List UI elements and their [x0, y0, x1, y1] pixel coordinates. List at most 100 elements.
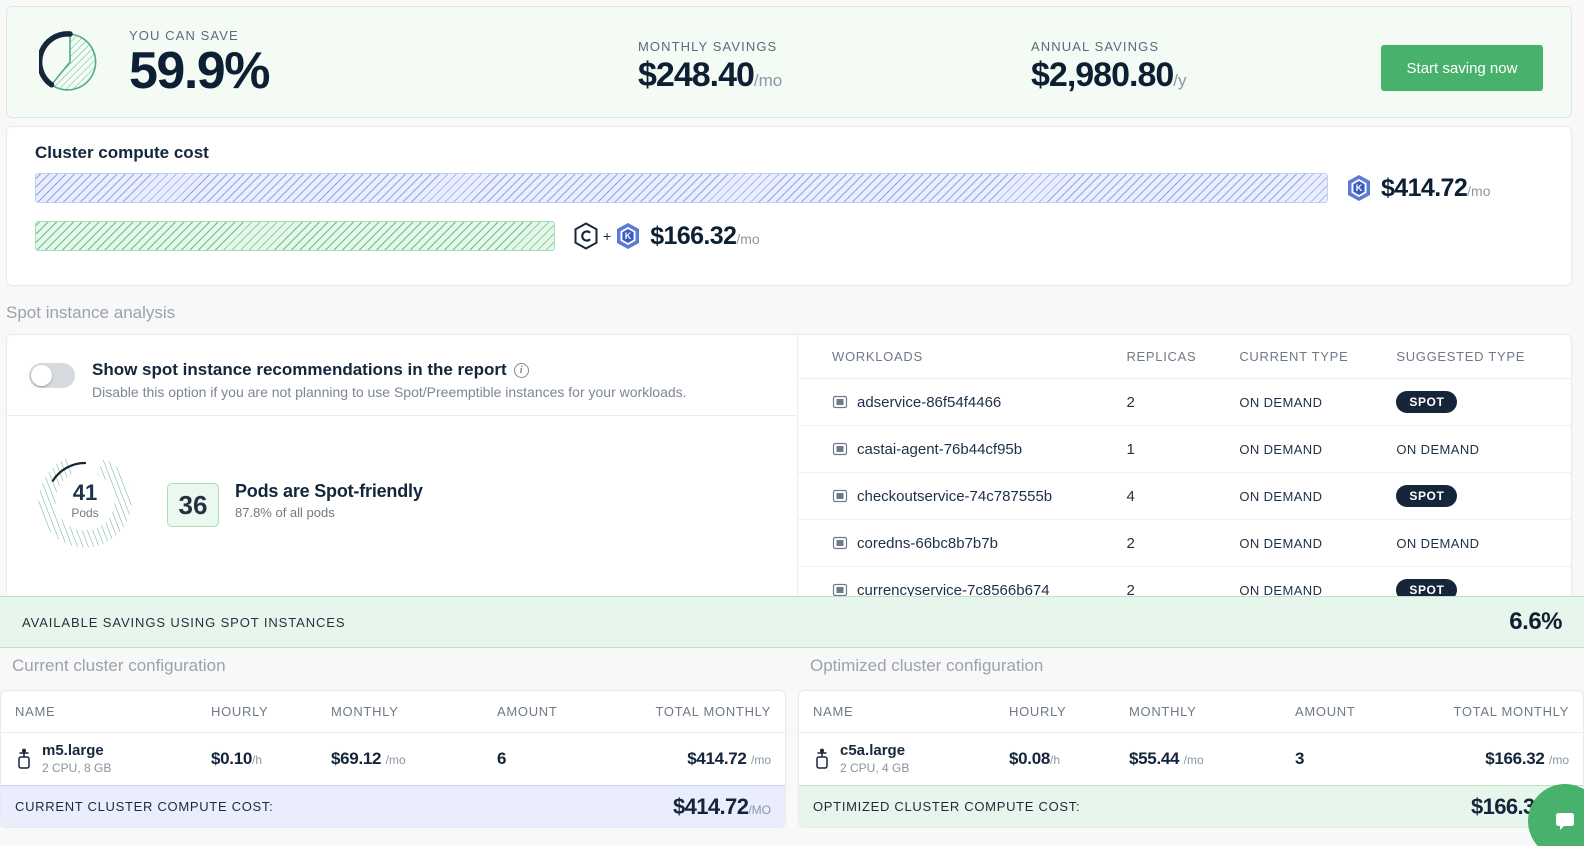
- instance-icon: [813, 748, 831, 770]
- optimized-cluster-compute-cost-row: OPTIMIZED CLUSTER COMPUTE COST: $166.32/…: [799, 785, 1583, 827]
- instance-name: m5.large: [42, 743, 111, 760]
- workload-icon: [832, 394, 848, 410]
- workload-icon: [832, 441, 848, 457]
- workload-name-text: checkoutservice-74c787555b: [857, 488, 1052, 505]
- table-row[interactable]: adservice-86f54f4466 2ON DEMANDSPOT: [798, 379, 1572, 426]
- instance-hourly: $0.08/h: [1009, 749, 1129, 769]
- hourly-unit: /h: [1050, 753, 1060, 767]
- workload-name: checkoutservice-74c787555b: [832, 488, 1126, 505]
- workload-suggested-type: ON DEMAND: [1396, 536, 1572, 551]
- optimized-cost-label: + K $166.32/mo: [573, 222, 760, 251]
- current-total-value: $414.72/mo: [673, 794, 771, 820]
- spot-toggle-subtitle: Disable this option if you are not plann…: [92, 384, 687, 400]
- available-savings-value: 6.6%: [1509, 608, 1562, 636]
- workload-name-text: adservice-86f54f4466: [857, 394, 1001, 411]
- workload-current-type: ON DEMAND: [1239, 442, 1396, 457]
- instance-amount: 3: [1295, 749, 1445, 769]
- current-cost-label: K $414.72/mo: [1346, 174, 1491, 203]
- workloads-table-body: adservice-86f54f44662ON DEMANDSPOTcastai…: [798, 379, 1572, 606]
- table-row[interactable]: coredns-66bc8b7b7b2ON DEMANDON DEMAND: [798, 520, 1572, 567]
- workload-current-type: ON DEMAND: [1239, 489, 1396, 504]
- instance-spec: 2 CPU, 4 GB: [840, 761, 909, 775]
- monthly-savings-block: MONTHLY SAVINGS $248.40/mo: [638, 39, 782, 95]
- col-hourly: HOURLY: [1009, 704, 1129, 719]
- donut-center-label: 41 Pods: [33, 449, 137, 553]
- workload-name-text: coredns-66bc8b7b7b: [857, 535, 998, 552]
- table-row[interactable]: castai-agent-76b44cf95b1ON DEMANDON DEMA…: [798, 426, 1572, 473]
- info-icon[interactable]: i: [514, 363, 529, 378]
- kubernetes-icon: K: [615, 222, 641, 250]
- optimized-total-label: OPTIMIZED CLUSTER COMPUTE COST:: [813, 799, 1080, 814]
- current-config-title: Current cluster configuration: [0, 656, 786, 676]
- workload-replicas: 2: [1126, 394, 1239, 411]
- workload-name: coredns-66bc8b7b7b: [832, 535, 1126, 552]
- annual-savings-amount: $2,980.80: [1031, 56, 1173, 94]
- current-cost-unit: /mo: [1467, 183, 1490, 199]
- available-savings-banner: AVAILABLE SAVINGS USING SPOT INSTANCES 6…: [0, 596, 1584, 648]
- savings-summary-hero: YOU CAN SAVE 59.9% MONTHLY SAVINGS $248.…: [6, 6, 1572, 118]
- optimized-cost-bar-row: + K $166.32/mo: [35, 221, 760, 251]
- monthly-savings-amount: $248.40: [638, 56, 754, 94]
- col-current-type: CURRENT TYPE: [1239, 349, 1396, 364]
- col-name: NAME: [813, 704, 1009, 719]
- current-cluster-compute-cost-row: CURRENT CLUSTER COMPUTE COST: $414.72/mo: [1, 785, 785, 827]
- workload-current-type: ON DEMAND: [1239, 536, 1396, 551]
- monthly-unit: /mo: [386, 753, 406, 767]
- workload-current-type: ON DEMAND: [1239, 395, 1396, 410]
- col-monthly: MONTHLY: [1129, 704, 1295, 719]
- annual-savings-unit: /y: [1173, 71, 1186, 90]
- col-name: NAME: [15, 704, 211, 719]
- instance-icon: [15, 748, 33, 770]
- col-replicas: REPLICAS: [1126, 349, 1239, 364]
- pods-donut-chart: 41 Pods: [33, 449, 137, 553]
- instance-spec: 2 CPU, 8 GB: [42, 761, 111, 775]
- pie-chart-icon: [39, 31, 101, 93]
- workload-suggested-type: SPOT: [1396, 485, 1572, 507]
- workload-name: adservice-86f54f4466: [832, 394, 1126, 411]
- optimized-cost-value: $166.32/mo: [650, 222, 760, 251]
- spot-instance-analysis-card: Show spot instance recommendations in th…: [6, 334, 1572, 606]
- svg-text:K: K: [625, 231, 632, 241]
- castai-icon: [573, 222, 599, 250]
- spot-toggle-title: Show spot instance recommendations in th…: [92, 360, 529, 380]
- workload-name-text: castai-agent-76b44cf95b: [857, 441, 1022, 458]
- col-hourly: HOURLY: [211, 704, 331, 719]
- annual-savings-block: ANNUAL SAVINGS $2,980.80/y: [1031, 39, 1187, 95]
- spot-instance-analysis-title: Spot instance analysis: [6, 303, 175, 323]
- start-saving-now-button[interactable]: Start saving now: [1381, 45, 1543, 91]
- current-total-amount: $414.72: [673, 794, 748, 819]
- table-row[interactable]: c5a.large2 CPU, 4 GB $0.08/h$55.44 /mo3$1…: [799, 733, 1583, 785]
- total-unit: /mo: [1549, 753, 1569, 767]
- instance-total-monthly: $166.32 /mo: [1445, 749, 1569, 769]
- current-cost-value: $414.72/mo: [1381, 174, 1491, 203]
- workload-suggested-type: SPOT: [1396, 391, 1572, 413]
- workload-suggested-type: ON DEMAND: [1396, 442, 1572, 457]
- divider: [7, 415, 797, 416]
- optimized-cost-unit: /mo: [736, 231, 759, 247]
- spot-toggle-label: Show spot instance recommendations in th…: [92, 360, 507, 380]
- instance-hourly: $0.10/h: [211, 749, 331, 769]
- hourly-unit: /h: [252, 753, 262, 767]
- table-row[interactable]: m5.large2 CPU, 8 GB$0.10/h$69.12 /mo6$41…: [1, 733, 785, 785]
- optimized-cluster-configuration: Optimized cluster configuration NAME HOU…: [798, 656, 1584, 828]
- workload-name: castai-agent-76b44cf95b: [832, 441, 1126, 458]
- col-workloads: WORKLOADS: [832, 349, 1126, 364]
- status-badge: SPOT: [1396, 485, 1457, 507]
- optimized-config-card: NAME HOURLY MONTHLY AMOUNT TOTAL MONTHLY…: [798, 690, 1584, 828]
- col-total-monthly: TOTAL MONTHLY: [1445, 704, 1569, 719]
- table-row[interactable]: checkoutservice-74c787555b4ON DEMANDSPOT: [798, 473, 1572, 520]
- annual-savings-label: ANNUAL SAVINGS: [1031, 39, 1187, 54]
- instance-name-cell: m5.large2 CPU, 8 GB: [15, 743, 211, 776]
- current-cost-bar-row: K $414.72/mo: [35, 173, 1491, 203]
- spot-friendly-text: Pods are Spot-friendly 87.8% of all pods: [235, 481, 423, 520]
- kubernetes-icon: K: [1346, 174, 1372, 202]
- workload-replicas: 2: [1126, 535, 1239, 552]
- spot-recommendations-toggle[interactable]: [29, 363, 75, 388]
- instance-name: c5a.large: [840, 743, 909, 760]
- monthly-savings-value: $248.40/mo: [638, 56, 782, 95]
- instance-monthly: $69.12 /mo: [331, 749, 497, 769]
- chat-glyph-icon: [1552, 808, 1578, 834]
- instance-monthly: $55.44 /mo: [1129, 749, 1295, 769]
- current-total-unit: /mo: [748, 803, 771, 817]
- col-suggested-type: SUGGESTED TYPE: [1396, 349, 1572, 364]
